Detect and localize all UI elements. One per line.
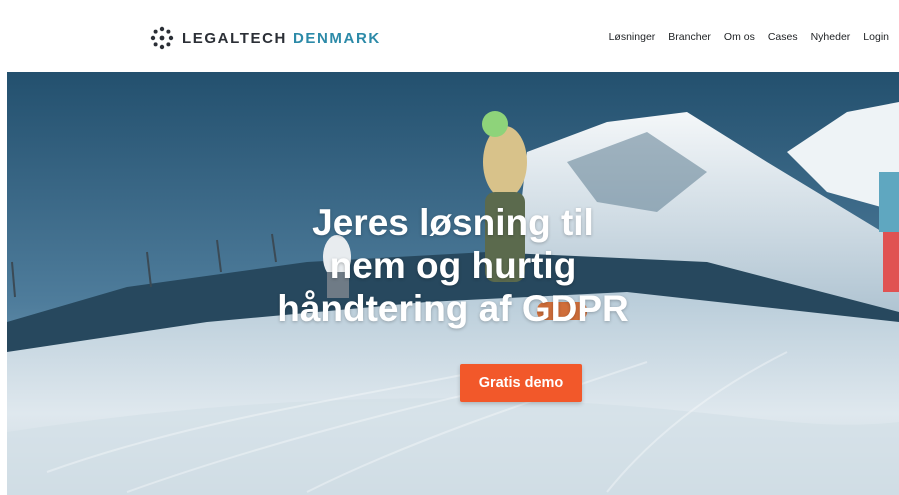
- hero-section: Jeres løsning til nem og hurtig håndteri…: [7, 72, 899, 495]
- site-header: LEGALTECH DENMARK Løsninger Brancher Om o…: [0, 0, 899, 72]
- logo-word-legaltech: LEGALTECH: [182, 29, 287, 47]
- nav-item-losninger[interactable]: Løsninger: [609, 31, 656, 43]
- site-logo[interactable]: LEGALTECH DENMARK: [150, 26, 381, 50]
- hero-headline: Jeres løsning til nem og hurtig håndteri…: [7, 201, 899, 330]
- logo-word-denmark: DENMARK: [292, 29, 381, 47]
- nav-item-brancher[interactable]: Brancher: [668, 31, 711, 43]
- main-nav: Løsninger Brancher Om os Cases Nyheder L…: [609, 31, 889, 43]
- nav-item-nyheder[interactable]: Nyheder: [811, 31, 851, 43]
- nav-item-om-os[interactable]: Om os: [724, 31, 755, 43]
- hero-headline-line-1: Jeres løsning til: [312, 201, 594, 243]
- nav-item-cases[interactable]: Cases: [768, 31, 798, 43]
- hero-headline-line-2: nem og hurtig: [329, 244, 577, 286]
- circular-dots-logo-icon: [150, 26, 174, 50]
- hero-headline-line-3: håndtering af GDPR: [277, 287, 629, 329]
- nav-item-login[interactable]: Login: [863, 31, 889, 43]
- gratis-demo-button[interactable]: Gratis demo: [460, 364, 582, 402]
- logo-wordmark: LEGALTECH DENMARK: [182, 30, 381, 47]
